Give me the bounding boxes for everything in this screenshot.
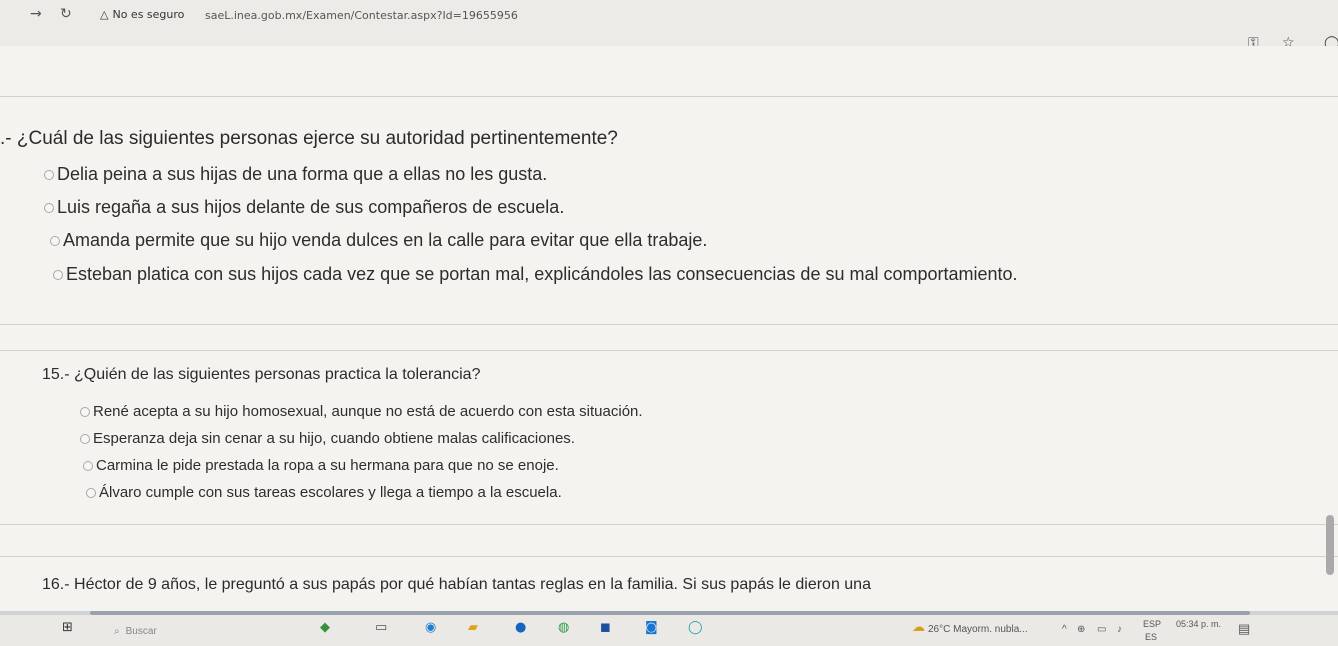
answer-option[interactable]: Esteban platica con sus hijos cada vez q…	[53, 264, 1018, 285]
taskbar-app-icon[interactable]: ●	[515, 620, 526, 635]
edge-browser-icon[interactable]: ◉	[425, 620, 436, 635]
option-label: René acepta a su hijo homosexual, aunque…	[93, 403, 643, 420]
option-label: Amanda permite que su hijo venda dulces …	[63, 230, 708, 250]
answer-option[interactable]: Esperanza deja sin cenar a su hijo, cuan…	[80, 430, 575, 447]
taskbar-search[interactable]: ⌕ Buscar	[108, 619, 298, 643]
security-label: No es seguro	[112, 8, 185, 21]
answer-option[interactable]: René acepta a su hijo homosexual, aunque…	[80, 403, 643, 420]
option-label: Carmina le pide prestada la ropa a su he…	[96, 457, 559, 474]
file-explorer-icon[interactable]: ▰	[468, 620, 478, 635]
browser-toolbar: → ↻ △ No es seguro saeL.inea.gob.mx/Exame…	[0, 0, 1338, 51]
language-bottom: ES	[1145, 632, 1158, 642]
exam-page: .- ¿Cuál de las siguientes personas ejer…	[0, 46, 1338, 614]
radio-button[interactable]	[53, 269, 63, 280]
question-divider	[0, 324, 1338, 325]
radio-button[interactable]	[44, 202, 54, 213]
radio-button[interactable]	[83, 460, 93, 471]
notifications-icon[interactable]: ▤	[1238, 621, 1250, 637]
answer-option[interactable]: Carmina le pide prestada la ropa a su he…	[83, 457, 559, 474]
option-label: Luis regaña a sus hijos delante de sus c…	[57, 197, 565, 217]
option-label: Esteban platica con sus hijos cada vez q…	[66, 264, 1018, 284]
security-warning[interactable]: △ No es seguro	[100, 8, 184, 21]
search-icon: ⌕	[114, 625, 120, 637]
taskbar-app-icon[interactable]: ◼	[600, 620, 611, 635]
answer-option[interactable]: Delia peina a sus hijas de una forma que…	[44, 164, 547, 185]
weather-icon: ☁	[912, 620, 925, 635]
radio-button[interactable]	[80, 433, 90, 444]
language-top[interactable]: ESP	[1143, 619, 1161, 629]
question-16-title: 16.- Héctor de 9 años, le preguntó a sus…	[42, 576, 871, 593]
taskbar-app-icon[interactable]: ◙	[645, 620, 658, 635]
weather-text[interactable]: 26°C Mayorm. nubla...	[928, 624, 1028, 635]
answer-option[interactable]: Amanda permite que su hijo venda dulces …	[50, 230, 707, 251]
display-icon[interactable]: ▭	[1097, 624, 1106, 635]
back-arrow-icon[interactable]: →	[30, 6, 42, 22]
windows-start-icon[interactable]: ⊞	[62, 620, 73, 635]
question-14-title: .- ¿Cuál de las siguientes personas ejer…	[0, 128, 618, 149]
option-label: Delia peina a sus hijas de una forma que…	[57, 164, 548, 184]
answer-option[interactable]: Luis regaña a sus hijos delante de sus c…	[44, 197, 564, 218]
volume-icon[interactable]: ♪	[1117, 624, 1122, 635]
reload-icon[interactable]: ↻	[60, 6, 72, 22]
radio-button[interactable]	[44, 169, 54, 180]
radio-button[interactable]	[86, 487, 96, 498]
radio-button[interactable]	[50, 235, 60, 246]
question-divider	[0, 524, 1338, 525]
search-placeholder: Buscar	[125, 625, 157, 637]
network-icon[interactable]: ⊕	[1077, 624, 1085, 635]
warning-triangle-icon: △	[100, 8, 109, 21]
question-divider	[0, 350, 1338, 351]
option-label: Esperanza deja sin cenar a su hijo, cuan…	[93, 430, 575, 447]
radio-button[interactable]	[80, 406, 90, 417]
question-divider	[0, 96, 1338, 97]
question-15-title: 15.- ¿Quién de las siguientes personas p…	[42, 366, 481, 383]
taskbar-app-icon[interactable]: ◆	[320, 620, 330, 635]
vertical-scrollbar-thumb[interactable]	[1326, 515, 1334, 575]
chrome-icon[interactable]: ◍	[558, 620, 569, 635]
question-divider	[0, 556, 1338, 557]
taskbar-app-icon[interactable]: ◯	[688, 620, 703, 635]
address-bar-url[interactable]: saeL.inea.gob.mx/Examen/Contestar.aspx?I…	[205, 9, 518, 22]
clock-time[interactable]: 05:34 p. m.	[1176, 619, 1221, 629]
option-label: Álvaro cumple con sus tareas escolares y…	[99, 484, 562, 501]
task-view-icon[interactable]: ▭	[375, 620, 387, 635]
answer-option[interactable]: Álvaro cumple con sus tareas escolares y…	[86, 484, 562, 501]
show-hidden-icons-icon[interactable]: ^	[1062, 624, 1067, 635]
